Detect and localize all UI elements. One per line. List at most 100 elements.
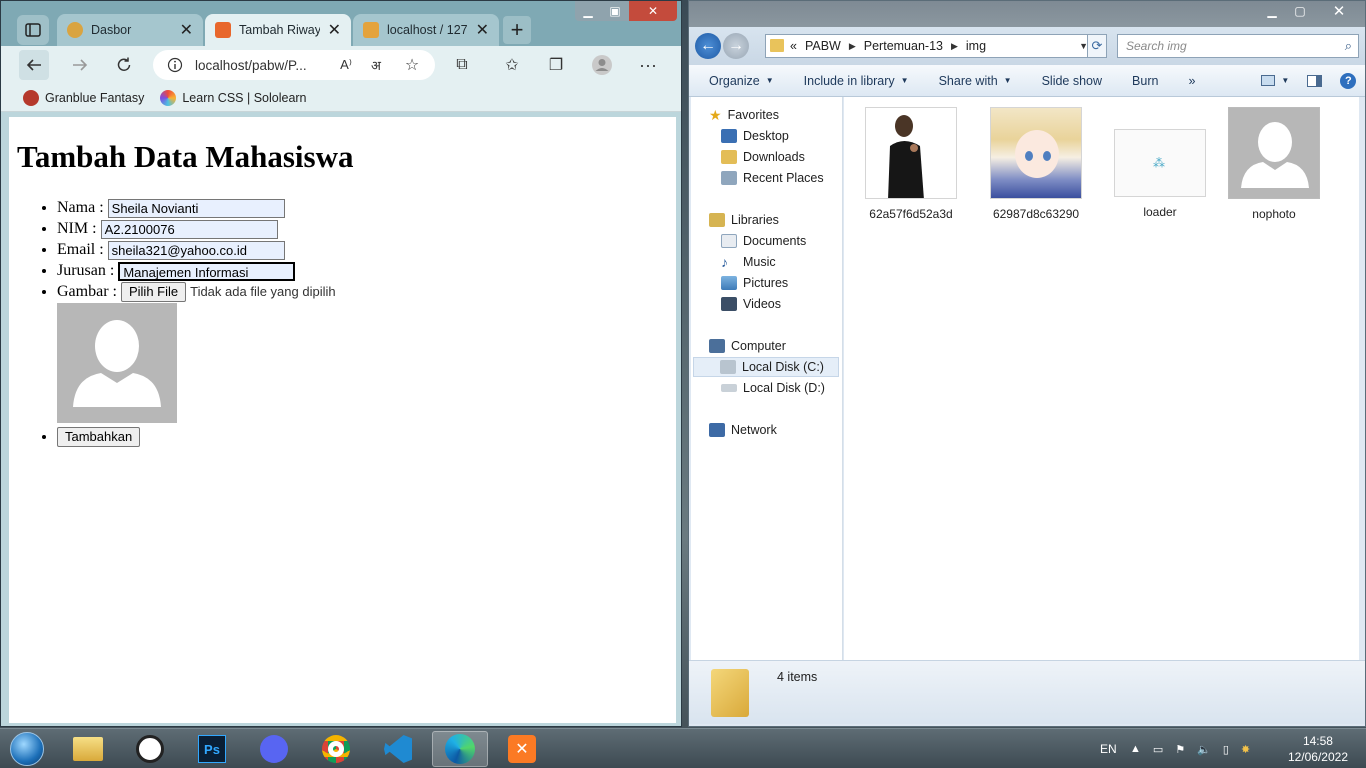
taskbar-snipping[interactable] xyxy=(122,731,178,767)
documents-icon xyxy=(721,234,737,248)
extensions-icon[interactable]: ⧉ xyxy=(447,50,477,80)
bookmark-granblue[interactable]: Granblue Fantasy xyxy=(23,89,144,106)
new-tab-button[interactable]: + xyxy=(503,16,531,44)
maximize-button[interactable]: ▢ xyxy=(1287,1,1313,21)
forward-arrow-icon xyxy=(73,59,88,71)
refresh-button[interactable] xyxy=(109,50,139,80)
tray-app-icon[interactable]: ▭ xyxy=(1153,743,1163,756)
search-input[interactable]: Search img ⌕ xyxy=(1117,34,1359,58)
choose-file-button[interactable]: Pilih File xyxy=(120,282,187,303)
close-tab-icon[interactable]: ✕ xyxy=(476,20,489,40)
volume-icon[interactable]: 🔈 xyxy=(1197,743,1211,756)
slide-show-button[interactable]: Slide show xyxy=(1042,74,1102,88)
close-window-button[interactable]: ✕ xyxy=(629,1,677,21)
taskbar-edge[interactable] xyxy=(432,731,488,767)
clock[interactable]: 14:58 12/06/2022 xyxy=(1288,733,1348,765)
minimize-button[interactable]: ▁ xyxy=(1259,1,1285,21)
nav-pictures[interactable]: Pictures xyxy=(721,273,788,293)
breadcrumb-pertemuan[interactable]: Pertemuan-13 xyxy=(864,39,943,53)
email-input[interactable]: sheila321@yahoo.co.id xyxy=(107,240,285,260)
tab-phpmyadmin[interactable]: localhost / 127 ✕ xyxy=(353,14,499,46)
close-tab-icon[interactable]: ✕ xyxy=(328,20,341,40)
search-icon[interactable]: ⌕ xyxy=(1345,38,1352,54)
chevron-right-icon[interactable]: ▶ xyxy=(951,41,958,52)
nav-documents[interactable]: Documents xyxy=(721,231,806,251)
share-with-button[interactable]: Share with ▼ xyxy=(939,74,1012,88)
info-icon[interactable] xyxy=(167,57,183,73)
maximize-button[interactable]: ▣ xyxy=(601,1,629,21)
nav-desktop[interactable]: Desktop xyxy=(721,126,789,146)
file-item[interactable]: 62987d8c63290 xyxy=(986,107,1086,221)
tab-actions-icon xyxy=(25,23,41,37)
nav-downloads[interactable]: Downloads xyxy=(721,147,805,167)
power-icon[interactable]: ▯ xyxy=(1223,743,1229,756)
close-tab-icon[interactable]: ✕ xyxy=(180,20,193,40)
granblue-icon xyxy=(23,89,39,106)
submit-button[interactable]: Tambahkan xyxy=(57,427,141,448)
minimize-button[interactable]: ▁ xyxy=(575,1,601,21)
nav-libraries[interactable]: Libraries xyxy=(709,210,779,230)
back-button[interactable]: ← xyxy=(695,33,721,59)
back-button[interactable] xyxy=(19,50,49,80)
nim-input[interactable]: A2.2100076 xyxy=(100,219,278,239)
flag-icon[interactable]: ⚑ xyxy=(1175,743,1185,756)
change-view-icon[interactable] xyxy=(1261,75,1276,86)
chevron-right-icon[interactable]: ▶ xyxy=(849,41,856,52)
language-indicator[interactable]: EN xyxy=(1100,729,1117,768)
file-item[interactable]: nophoto xyxy=(1224,107,1324,221)
jurusan-input[interactable]: Manajemen Informasi xyxy=(118,261,296,281)
chevron-up-icon[interactable]: ▲ xyxy=(1130,743,1141,755)
include-in-library-button[interactable]: Include in library ▼ xyxy=(804,74,909,88)
more-menu-icon[interactable]: ··· xyxy=(633,50,663,80)
chrome-icon xyxy=(322,735,350,763)
tab-tambah-riwayat[interactable]: Tambah Riwayat ✕ xyxy=(205,14,351,46)
taskbar-discord[interactable] xyxy=(246,731,302,767)
forward-button[interactable]: → xyxy=(723,33,749,59)
taskbar-vscode[interactable] xyxy=(370,731,426,767)
more-commands-button[interactable]: » xyxy=(1188,74,1195,88)
favorites-icon[interactable]: ✩ xyxy=(497,50,527,80)
nav-local-disk-d[interactable]: Local Disk (D:) xyxy=(721,378,825,398)
burn-button[interactable]: Burn xyxy=(1132,74,1158,88)
tab-actions-button[interactable] xyxy=(17,15,49,45)
nav-label: Local Disk (C:) xyxy=(742,360,824,374)
refresh-button[interactable]: ⟳ xyxy=(1087,34,1107,58)
organize-button[interactable]: Organize ▼ xyxy=(709,74,774,88)
address-bar[interactable]: localhost/pabw/P... xyxy=(153,50,435,80)
profile-avatar[interactable] xyxy=(587,50,617,80)
taskbar-photoshop[interactable]: Ps xyxy=(184,731,240,767)
forward-button[interactable] xyxy=(65,50,95,80)
close-window-button[interactable]: ✕ xyxy=(1319,1,1359,21)
breadcrumb-overflow[interactable]: « xyxy=(790,39,797,53)
nama-input[interactable]: Sheila Novianti xyxy=(107,198,285,218)
breadcrumb[interactable]: « PABW ▶ Pertemuan-13 ▶ img ▼ xyxy=(765,34,1095,58)
start-button[interactable] xyxy=(0,731,54,767)
nav-videos[interactable]: Videos xyxy=(721,294,781,314)
preview-pane-icon[interactable] xyxy=(1307,74,1323,87)
file-item[interactable]: 62a57f6d52a3d xyxy=(861,107,961,221)
nav-favorites[interactable]: ★ Favorites xyxy=(709,105,779,125)
read-aloud-icon[interactable]: A⁾ xyxy=(331,50,361,80)
nav-local-disk-c[interactable]: Local Disk (C:) xyxy=(693,357,839,377)
taskbar-xampp[interactable]: ✕ xyxy=(494,731,550,767)
nav-label: Favorites xyxy=(727,108,779,122)
chevron-down-icon[interactable]: ▼ xyxy=(1281,76,1289,85)
add-favorite-icon[interactable]: ☆ xyxy=(397,50,427,80)
bookmark-sololearn[interactable]: Learn CSS | Sololearn xyxy=(160,89,307,106)
snipping-tool-icon xyxy=(136,735,164,763)
translate-icon[interactable]: अ xyxy=(361,50,391,80)
nav-recent-places[interactable]: Recent Places xyxy=(721,168,824,188)
tab-dasbor[interactable]: Dasbor ✕ xyxy=(57,14,203,46)
nav-network[interactable]: Network xyxy=(709,420,777,440)
taskbar-explorer[interactable] xyxy=(60,731,116,767)
breadcrumb-img[interactable]: img xyxy=(966,39,986,53)
file-item[interactable]: ⁂ loader xyxy=(1110,107,1210,219)
nav-computer[interactable]: Computer xyxy=(709,336,786,356)
discord-icon xyxy=(260,735,288,763)
taskbar-chrome[interactable] xyxy=(308,731,364,767)
help-icon[interactable]: ? xyxy=(1340,72,1357,89)
nav-music[interactable]: ♪ Music xyxy=(721,252,776,272)
breadcrumb-pabw[interactable]: PABW xyxy=(805,39,841,53)
collections-icon[interactable]: ❐ xyxy=(541,50,571,80)
notification-icon[interactable]: ✸ xyxy=(1241,743,1250,756)
